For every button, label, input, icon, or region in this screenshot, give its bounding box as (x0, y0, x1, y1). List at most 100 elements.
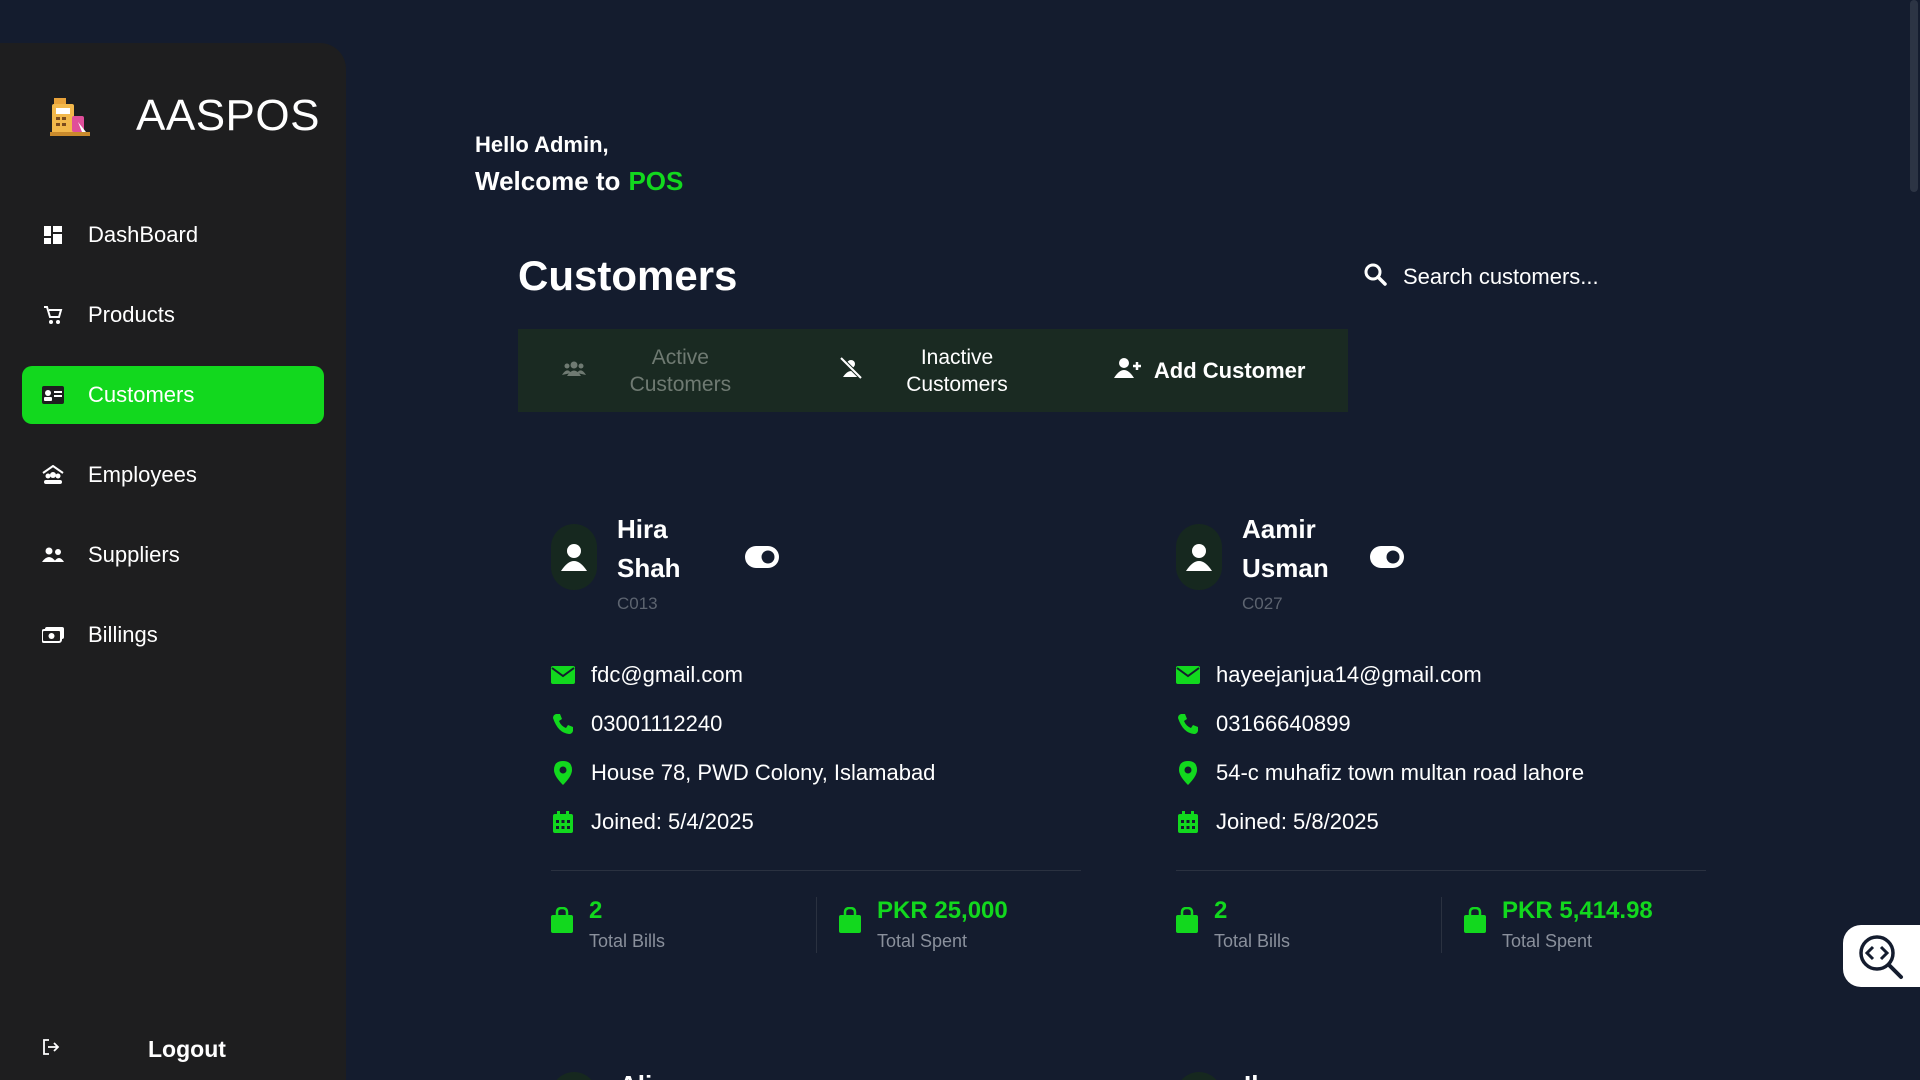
customer-email: fdc@gmail.com (591, 661, 743, 687)
greeting-hello: Hello Admin, (475, 132, 609, 157)
user-slash-icon (839, 356, 863, 384)
customer-stats: 2 Total Bills PKR 25,000 Total Spent (551, 897, 1081, 953)
sidebar-nav: DashBoard Products Customers Employees S… (22, 206, 324, 686)
greeting-welcome: Welcome to POS (475, 166, 683, 197)
phone-row: 03166640899 (1176, 699, 1706, 748)
customer-name: Hira Shah (617, 514, 681, 583)
users-icon (42, 544, 64, 566)
users-group-icon (562, 359, 587, 382)
total-bills-label: Total Bills (1214, 931, 1291, 951)
customer-id: C027 (1242, 594, 1283, 613)
sidebar-item-billings[interactable]: Billings (22, 606, 324, 664)
customer-phone: 03166640899 (1216, 710, 1351, 736)
sidebar-item-label: Employees (88, 462, 197, 487)
location-pin-icon (1176, 760, 1200, 785)
scrollbar-thumb[interactable] (1910, 0, 1918, 192)
code-search-icon (1859, 935, 1903, 979)
dashboard-icon (42, 224, 64, 246)
customer-card: Hira Shah C013 fdc@gmail.com 03001112240… (551, 510, 1081, 953)
joined-row: Joined: 5/4/2025 (551, 797, 1081, 846)
total-bills-value: 2 (1214, 897, 1228, 924)
customer-address: House 78, PWD Colony, Islamabad (591, 759, 936, 785)
sidebar-item-employees[interactable]: Employees (22, 446, 324, 504)
greeting: Hello Admin, Welcome to POS (475, 132, 683, 197)
stat-total-bills: 2 Total Bills (551, 897, 816, 953)
total-bills-label: Total Bills (589, 931, 666, 951)
add-customer-button[interactable]: Add Customer (1071, 329, 1348, 412)
sidebar-item-products[interactable]: Products (22, 286, 324, 344)
money-icon (42, 624, 64, 646)
sidebar-item-label: DashBoard (88, 222, 199, 247)
customer-id: C013 (617, 594, 658, 613)
logout-icon (42, 1038, 60, 1060)
customer-stats: 2 Total Bills PKR 5,414.98 Total Spent (1176, 897, 1706, 953)
status-toggle[interactable] (1370, 546, 1404, 573)
customer-tabs: Active Customers Inactive Customers Add … (518, 329, 1348, 412)
customer-card: Alia (551, 1052, 709, 1080)
avatar (551, 1072, 597, 1080)
location-pin-icon (551, 760, 575, 785)
sidebar-item-suppliers[interactable]: Suppliers (22, 526, 324, 584)
avatar (551, 524, 597, 590)
logout-button[interactable]: Logout (22, 1018, 324, 1080)
phone-icon (551, 713, 575, 735)
id-card-icon (42, 384, 64, 406)
email-row: fdc@gmail.com (551, 650, 1081, 699)
customer-name: Aamir Usman (1242, 514, 1329, 583)
shopping-bag-icon (839, 906, 861, 938)
user-icon (561, 544, 587, 571)
welcome-text: Welcome to (475, 166, 621, 196)
phone-row: 03001112240 (551, 699, 1081, 748)
sidebar-item-dashboard[interactable]: DashBoard (22, 206, 324, 264)
sidebar-item-label: Customers (88, 382, 195, 407)
logout-label: Logout (148, 1035, 226, 1062)
customer-joined: Joined: 5/4/2025 (591, 808, 754, 834)
customer-name-block: Aamir Usman C027 (1242, 510, 1332, 614)
phone-icon (1176, 713, 1200, 735)
avatar (1176, 524, 1222, 590)
search-icon[interactable] (1363, 262, 1387, 291)
customer-name-block: Hira Shah C013 (617, 510, 707, 614)
total-spent-value: PKR 25,000 (877, 897, 1008, 924)
user-plus-icon (1113, 357, 1142, 384)
customer-card: Aamir Usman C027 hayeejanjua14@gmail.com… (1176, 510, 1706, 953)
tab-active-customers[interactable]: Active Customers (518, 329, 795, 412)
sidebar-item-label: Suppliers (88, 542, 180, 567)
tab-label: Inactive Customers (906, 345, 1008, 396)
shopping-bag-icon (1464, 906, 1486, 938)
email-row: hayeejanjua14@gmail.com (1176, 650, 1706, 699)
brand[interactable]: AASPOS (48, 91, 320, 141)
cash-register-icon (50, 98, 90, 136)
customer-name: Alia (619, 1066, 709, 1080)
user-icon (1186, 544, 1212, 571)
calendar-icon (1176, 810, 1200, 833)
total-bills-value: 2 (589, 897, 603, 924)
sidebar-item-label: Billings (88, 622, 158, 647)
employees-icon (42, 464, 64, 486)
customer-phone: 03001112240 (591, 710, 723, 736)
brand-name: AASPOS (136, 91, 320, 140)
stat-total-bills: 2 Total Bills (1176, 897, 1441, 953)
customer-info: fdc@gmail.com 03001112240 House 78, PWD … (551, 650, 1081, 846)
shopping-bag-icon (551, 906, 573, 938)
customer-address: 54-c muhafiz town multan road lahore (1216, 759, 1585, 785)
customer-name: Ihr (1244, 1066, 1334, 1080)
status-toggle[interactable] (745, 546, 779, 573)
sidebar-item-label: Products (88, 302, 175, 327)
calendar-icon (551, 810, 575, 833)
search-bar (1363, 262, 1643, 291)
customer-joined: Joined: 5/8/2025 (1216, 808, 1379, 834)
customer-email: hayeejanjua14@gmail.com (1216, 661, 1482, 687)
tab-label: Active Customers (629, 345, 732, 396)
envelope-icon (1176, 665, 1200, 684)
sidebar-item-customers[interactable]: Customers (22, 366, 324, 424)
inspect-code-button[interactable] (1843, 925, 1920, 987)
page-scrollbar[interactable] (1908, 0, 1920, 1080)
sidebar: AASPOS DashBoard Products Customers Empl… (0, 43, 346, 1080)
envelope-icon (551, 665, 575, 684)
total-spent-label: Total Spent (1502, 931, 1593, 951)
tab-inactive-customers[interactable]: Inactive Customers (795, 329, 1072, 412)
page-title: Customers (518, 252, 738, 299)
joined-row: Joined: 5/8/2025 (1176, 797, 1706, 846)
search-input[interactable] (1403, 263, 1643, 290)
